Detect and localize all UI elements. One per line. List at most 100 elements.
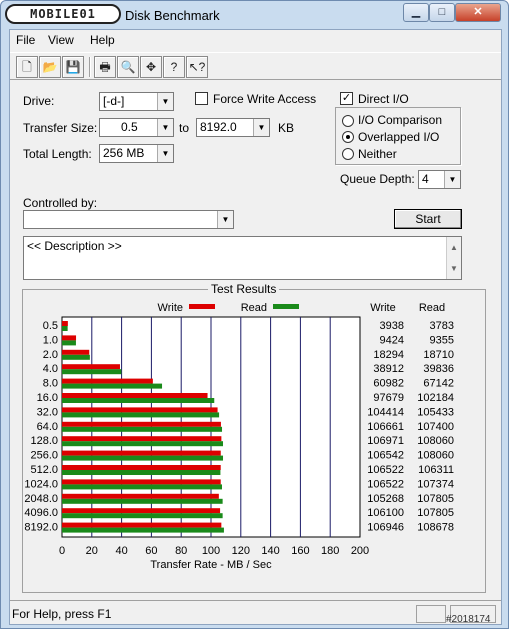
overlapped-io-label: Overlapped I/O <box>358 130 440 144</box>
write-value: 106971 <box>367 435 404 447</box>
write-bar <box>62 407 218 413</box>
maximize-button[interactable]: □ <box>429 3 455 22</box>
legend-read-swatch <box>273 304 299 309</box>
write-bar <box>62 421 221 427</box>
force-write-label: Force Write Access <box>213 92 317 106</box>
read-value: 106311 <box>418 464 454 476</box>
read-value: 9355 <box>430 334 454 346</box>
y-tick-label: 128.0 <box>30 435 58 447</box>
minimize-button[interactable]: ▁ <box>403 3 429 22</box>
neither-label: Neither <box>358 147 397 161</box>
write-bar <box>62 450 221 456</box>
write-bar <box>62 465 221 470</box>
y-tick-label: 1024.0 <box>24 478 58 490</box>
write-value: 106522 <box>367 478 404 490</box>
menu-help[interactable]: Help <box>90 33 115 47</box>
drive-label: Drive: <box>23 94 55 108</box>
kb-label: KB <box>278 121 295 135</box>
save-icon[interactable]: 💾 <box>62 56 84 78</box>
open-icon[interactable]: 📂 <box>39 56 61 78</box>
new-icon[interactable]: 🗋 <box>16 56 38 78</box>
menu-file[interactable]: File <box>16 33 35 47</box>
read-value: 108060 <box>417 450 454 462</box>
controlled-by-select[interactable]: ▼ <box>23 210 234 229</box>
x-tick-label: 140 <box>261 545 279 557</box>
chevron-down-icon[interactable]: ▼ <box>157 145 173 162</box>
read-bar <box>62 498 223 504</box>
x-tick-label: 80 <box>175 545 187 557</box>
drive-select[interactable]: [-d-] ▼ <box>99 92 174 111</box>
status-pane <box>416 605 446 623</box>
transfer-from-value: 0.5 <box>121 120 138 134</box>
transfer-size-label: Transfer Size: <box>23 121 98 135</box>
write-value: 97679 <box>373 392 404 404</box>
read-bar <box>62 369 122 375</box>
read-bar <box>62 484 222 490</box>
read-value: 102184 <box>417 392 454 404</box>
read-value: 107805 <box>417 507 454 519</box>
legend-write-swatch <box>189 304 215 309</box>
direct-io-label: Direct I/O <box>358 92 409 106</box>
overlapped-io-radio[interactable] <box>342 131 354 143</box>
write-value: 105268 <box>367 493 404 505</box>
queue-depth-value: 4 <box>422 172 429 186</box>
chevron-down-icon[interactable]: ▼ <box>157 93 173 110</box>
y-tick-label: 1.0 <box>43 334 58 346</box>
queue-depth-select[interactable]: 4 ▼ <box>418 170 461 189</box>
read-bar <box>62 513 223 519</box>
read-bar <box>62 470 221 475</box>
write-value: 60982 <box>373 378 404 390</box>
description-scrollbar[interactable]: ▲ ▼ <box>446 237 461 279</box>
transfer-to-value: 8192.0 <box>200 120 237 134</box>
write-bar <box>62 479 221 485</box>
write-bar <box>62 335 77 341</box>
queue-depth-label: Queue Depth: <box>340 172 415 186</box>
start-button[interactable]: Start <box>394 209 462 229</box>
mobile01-logo: MOBILE01 <box>5 4 121 24</box>
transfer-to-select[interactable]: 8192.0 ▼ <box>196 118 270 137</box>
toolbar-separator <box>89 57 91 77</box>
read-value: 39836 <box>423 363 454 375</box>
read-value: 108678 <box>417 522 454 534</box>
io-comparison-radio[interactable] <box>342 115 354 127</box>
y-tick-label: 4.0 <box>43 363 58 375</box>
total-length-select[interactable]: 256 MB ▼ <box>99 144 174 163</box>
scroll-down-icon[interactable]: ▼ <box>447 258 461 279</box>
app-window: MOBILE01 Disk Benchmark ▁ □ ✕ File View … <box>0 0 509 629</box>
status-text: For Help, press F1 <box>12 607 112 621</box>
x-tick-label: 40 <box>115 545 127 557</box>
x-tick-label: 100 <box>202 545 220 557</box>
y-tick-label: 64.0 <box>37 421 58 433</box>
write-value: 106661 <box>367 421 404 433</box>
print-icon[interactable]: 🖶 <box>94 56 116 78</box>
title-bar[interactable]: MOBILE01 Disk Benchmark ▁ □ ✕ <box>1 1 508 29</box>
write-bar <box>62 522 222 528</box>
neither-radio[interactable] <box>342 148 354 160</box>
close-button[interactable]: ✕ <box>455 3 501 22</box>
chevron-down-icon[interactable]: ▼ <box>253 119 269 136</box>
write-bar <box>62 349 90 355</box>
chevron-down-icon[interactable]: ▼ <box>217 211 233 228</box>
menu-view[interactable]: View <box>48 33 74 47</box>
total-length-label: Total Length: <box>23 147 92 161</box>
help-icon[interactable]: ? <box>163 56 185 78</box>
y-tick-label: 2048.0 <box>24 493 58 505</box>
legend-write-label: Write <box>158 302 183 314</box>
y-tick-label: 2.0 <box>43 349 58 361</box>
transfer-from-select[interactable]: 0.5 ▼ <box>99 118 174 137</box>
description-box[interactable]: << Description >> ▲ ▼ <box>23 236 462 280</box>
y-tick-label: 8.0 <box>43 378 58 390</box>
scroll-up-icon[interactable]: ▲ <box>447 237 461 258</box>
chevron-down-icon[interactable]: ▼ <box>444 171 460 188</box>
direct-io-checkbox[interactable]: ✓ <box>340 92 353 105</box>
print-preview-icon[interactable]: 🔍 <box>117 56 139 78</box>
menu-bar: File View Help <box>10 30 501 50</box>
chevron-down-icon[interactable]: ▼ <box>157 119 173 136</box>
read-value: 108060 <box>417 435 454 447</box>
test-results-group: Test Results 0 20 40 60 80 100 120 140 160 180 200… <box>22 282 486 593</box>
write-value: 18294 <box>373 349 404 361</box>
force-write-checkbox[interactable] <box>195 92 208 105</box>
write-value: 104414 <box>367 406 404 418</box>
context-help-icon[interactable]: ↖? <box>186 56 208 78</box>
move-icon[interactable]: ✥ <box>140 56 162 78</box>
